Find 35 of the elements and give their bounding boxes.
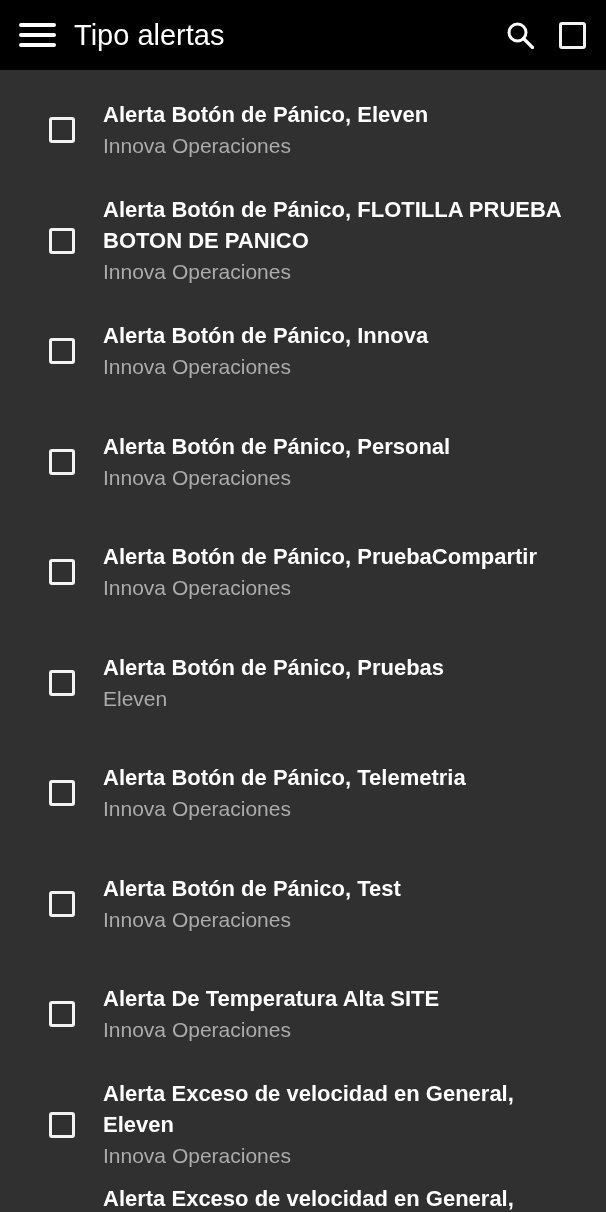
- alert-title: Alerta Botón de Pánico, Pruebas: [103, 653, 446, 682]
- checkbox[interactable]: [49, 780, 75, 807]
- checkbox[interactable]: [49, 448, 75, 475]
- alert-title: Alerta Botón de Pánico, PruebaCompartir: [103, 543, 538, 572]
- alert-subtitle: Innova Operaciones: [103, 133, 292, 160]
- alert-subtitle: Innova Operaciones: [103, 1143, 292, 1170]
- alert-subtitle: Innova Operaciones: [103, 259, 292, 286]
- menu-icon[interactable]: [19, 23, 56, 47]
- alert-subtitle: Eleven: [103, 685, 169, 712]
- alert-subtitle: Innova Operaciones: [103, 464, 292, 491]
- alert-subtitle: Innova Operaciones: [103, 906, 292, 933]
- alert-subtitle: Innova Operaciones: [103, 1017, 292, 1044]
- checkbox[interactable]: [49, 559, 75, 586]
- checkbox[interactable]: [49, 117, 75, 144]
- alert-title: Alerta Botón de Pánico, Test: [103, 874, 402, 903]
- screen-title: Tipo alertas: [74, 18, 226, 53]
- alert-title: Alerta Exceso de velocidad en General, Eleven: [103, 1080, 515, 1140]
- checkbox[interactable]: [559, 21, 586, 49]
- alert-title: Alerta Botón de Pánico, Innova: [103, 322, 430, 351]
- checkbox[interactable]: [49, 669, 75, 696]
- checkbox[interactable]: [49, 1111, 75, 1138]
- alert-subtitle: Innova Operaciones: [103, 354, 292, 381]
- checkbox[interactable]: [49, 338, 75, 365]
- checkbox[interactable]: [49, 890, 75, 917]
- alert-subtitle: Innova Operaciones: [103, 575, 292, 602]
- checkbox[interactable]: [49, 227, 75, 254]
- alert-title: Alerta De Temperatura Alta SITE: [103, 985, 441, 1014]
- alert-title: Alerta Exceso de velocidad en General,: [103, 1186, 514, 1211]
- alert-title: Alerta Botón de Pánico, FLOTILLA PRUEBA BOTON DE PANICO: [103, 196, 562, 256]
- alert-subtitle: Innova Operaciones: [103, 796, 292, 823]
- alert-title: Alerta Botón de Pánico, Telemetria: [103, 764, 467, 793]
- alert-title: Alerta Botón de Pánico, Eleven: [103, 101, 430, 130]
- alert-title: Alerta Botón de Pánico, Personal: [103, 432, 452, 461]
- checkbox[interactable]: [49, 1001, 75, 1028]
- search-icon[interactable]: [507, 21, 534, 49]
